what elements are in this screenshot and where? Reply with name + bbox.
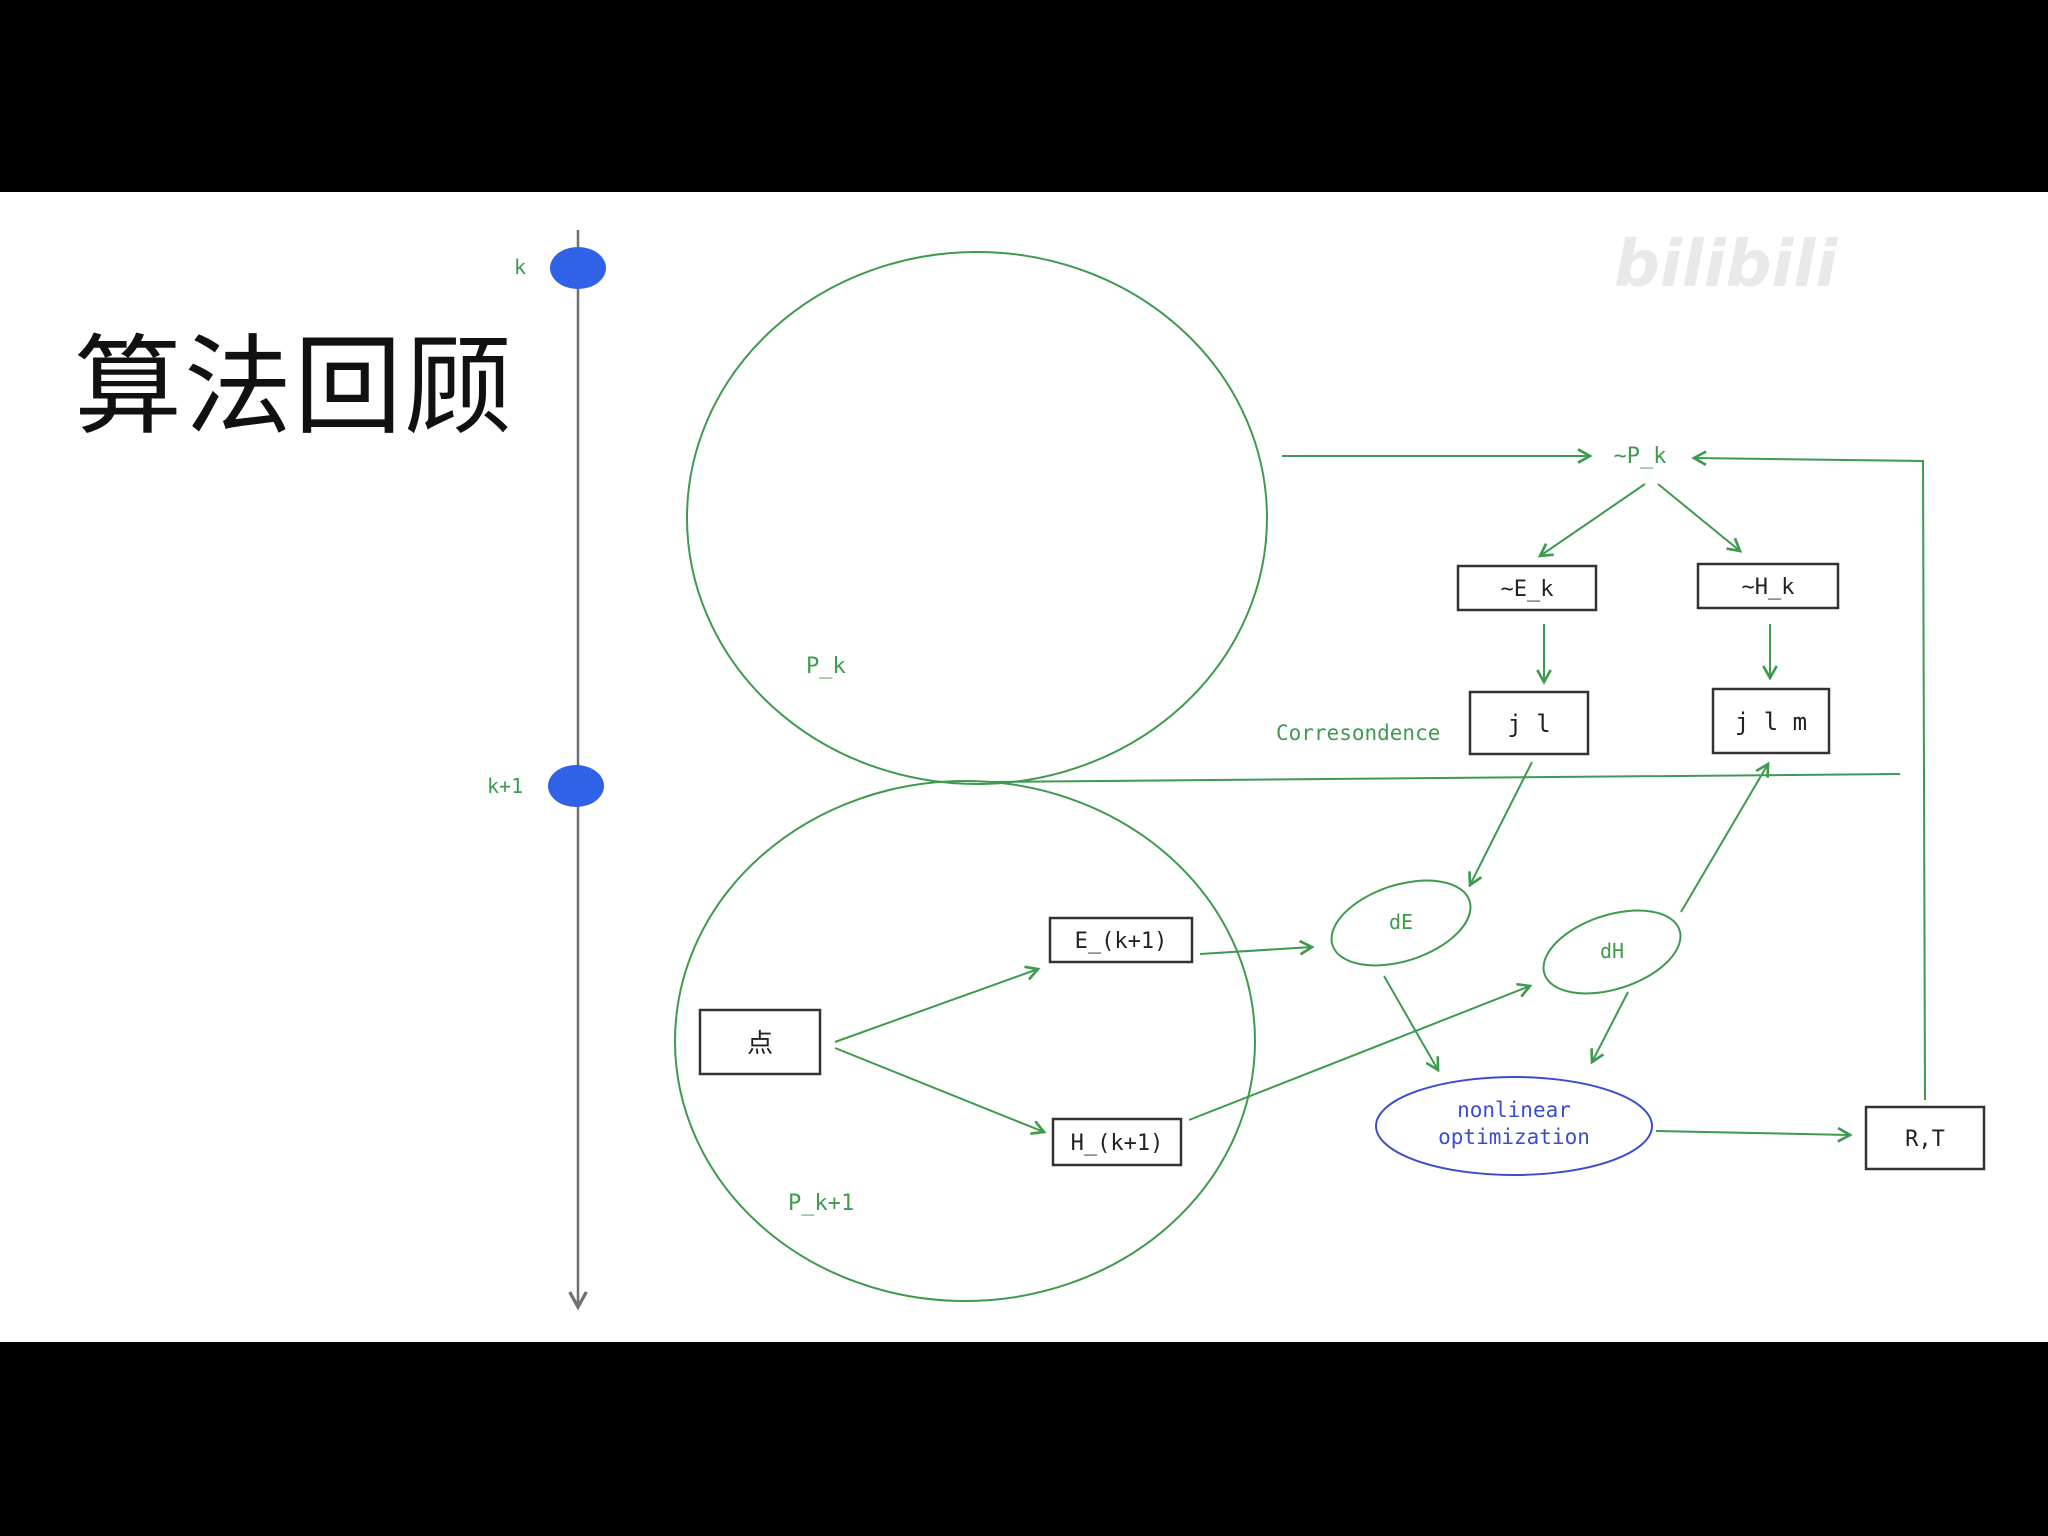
dh-label: dH [1600, 939, 1624, 963]
nonlinear-label-line1: nonlinear [1457, 1098, 1571, 1122]
arrow-dh-to-optimization [1592, 991, 1629, 1062]
arrow-de-to-optimization [1383, 975, 1438, 1070]
arrow-point-to-plane-feature [834, 1047, 1044, 1132]
point-label: 点 [747, 1029, 773, 1059]
algorithm-diagram: k k+1 P_k P_k+1 点 E_(k+1) H_(k+1) ~E_k ~… [487, 230, 1986, 1342]
arrow-rt-to-pk [1694, 458, 1926, 1101]
edge-feature-label: E_(k+1) [1075, 929, 1168, 954]
plane-feature-label: H_(k+1) [1071, 1131, 1164, 1156]
nonlinear-label-line2: optimization [1438, 1125, 1590, 1149]
plane-map-label: ~H_k [1742, 575, 1795, 600]
frame-circle-upper [686, 251, 1268, 785]
timeline-node-k1 [548, 765, 604, 807]
separator-line [989, 773, 1901, 783]
arrow-jl-to-de [1470, 761, 1533, 885]
correspondence-label: Corresondence [1276, 721, 1440, 745]
arrow-optimization-to-rt [1655, 1131, 1850, 1135]
arrow-pk-to-edge-map [1540, 483, 1646, 556]
arrow-dh-to-jlm [1680, 764, 1768, 913]
jl-label: j l [1507, 710, 1550, 738]
jlm-label: j l m [1735, 708, 1807, 736]
arrow-point-to-edge-feature [834, 969, 1038, 1043]
timeline-label-k: k [514, 255, 526, 279]
de-label: dE [1389, 910, 1413, 934]
slide-canvas: 算法回顾 bilibili k k+1 P_k P_k+1 点 E_(k+1) … [0, 192, 2048, 1342]
arrow-pk-to-plane-map [1657, 483, 1740, 551]
edge-map-label: ~E_k [1501, 577, 1554, 602]
rt-label: R,T [1905, 1127, 1945, 1152]
frame-label-lower: P_k+1 [788, 1191, 854, 1216]
frame-label-upper: P_k [806, 654, 846, 679]
pk-tilde-label: ~P_k [1614, 444, 1667, 469]
timeline-label-k1: k+1 [487, 774, 523, 798]
arrow-edge-feature-to-de [1199, 947, 1312, 954]
timeline-node-k [550, 247, 606, 289]
